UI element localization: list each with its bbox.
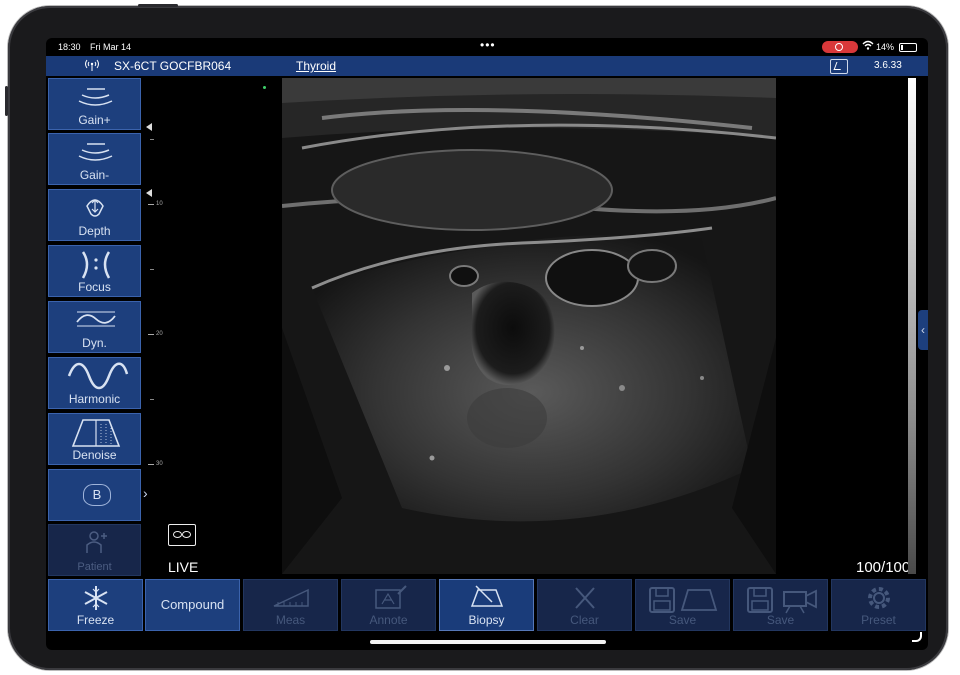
chevron-right-icon[interactable]: › xyxy=(143,485,148,501)
dynamic-range-icon xyxy=(49,306,140,332)
top-button xyxy=(138,4,178,7)
b-mode-button[interactable]: B xyxy=(48,469,141,521)
focus-icon xyxy=(49,250,140,279)
denoise-label: Denoise xyxy=(72,448,117,462)
depth-label: Depth xyxy=(78,224,111,238)
ruler-tick xyxy=(148,204,154,205)
depth-label-20: 20 xyxy=(156,331,163,337)
harmonic-label: Harmonic xyxy=(68,392,121,406)
patient-label: Patient xyxy=(77,561,112,573)
wireless-probe-icon xyxy=(84,58,100,75)
gain-up-icon xyxy=(49,83,140,109)
dynamic-range-label: Dyn. xyxy=(82,336,107,350)
resize-corner-icon xyxy=(912,632,922,642)
home-indicator[interactable] xyxy=(370,640,606,644)
patient-button[interactable]: Patient xyxy=(48,524,141,576)
save-video-button[interactable]: Save xyxy=(733,579,828,631)
depth-button[interactable]: Depth xyxy=(48,189,141,241)
frame-counter: 100/100 xyxy=(856,559,911,576)
biopsy-label: Biopsy xyxy=(468,613,505,627)
save-image-icon xyxy=(636,584,729,613)
save-image-button[interactable]: Save xyxy=(635,579,730,631)
save-image-label: Save xyxy=(668,613,697,627)
gain-down-button[interactable]: Gain- xyxy=(48,133,141,185)
record-icon xyxy=(835,43,843,51)
denoise-button[interactable]: Denoise xyxy=(48,413,141,465)
clear-x-icon xyxy=(538,584,631,610)
patient-icon xyxy=(49,529,140,555)
focus-marker[interactable] xyxy=(146,123,152,131)
gain-up-button[interactable]: Gain+ xyxy=(48,78,141,130)
harmonic-button[interactable]: Harmonic xyxy=(48,357,141,409)
multitask-dots[interactable]: ••• xyxy=(480,38,496,52)
live-mode-icon[interactable] xyxy=(168,524,196,546)
gain-down-label: Gain- xyxy=(79,168,110,182)
depth-icon xyxy=(49,194,140,220)
ultrasound-image[interactable] xyxy=(282,78,776,574)
b-mode-icon: B xyxy=(83,484,111,506)
annotate-label: Annote xyxy=(369,613,408,627)
denoise-icon xyxy=(49,418,140,447)
annotate-icon xyxy=(342,584,435,610)
preset-label: Preset xyxy=(861,613,896,627)
clear-button[interactable]: Clear xyxy=(537,579,632,631)
compound-label: Compound xyxy=(160,597,225,612)
dynamic-range-button[interactable]: Dyn. xyxy=(48,301,141,353)
focus-label: Focus xyxy=(78,280,111,294)
screen-record-indicator[interactable] xyxy=(822,41,858,53)
gear-icon xyxy=(832,584,925,610)
probe-orientation-marker xyxy=(263,86,266,89)
tablet-frame: 18:30 Fri Mar 14 ••• 14% SX-6CT GOCFBR06… xyxy=(5,4,948,670)
ruler-tick xyxy=(150,399,154,400)
ruler-tick xyxy=(148,464,154,465)
harmonic-wave-icon xyxy=(49,362,140,390)
compound-button[interactable]: Compound xyxy=(145,579,240,631)
clock: 18:30 xyxy=(58,42,81,52)
ruler-tick xyxy=(148,334,154,335)
app-version: 3.6.33 xyxy=(874,60,902,71)
focus-marker[interactable] xyxy=(146,189,152,197)
focus-button[interactable]: Focus xyxy=(48,245,141,297)
probe-device-id: SX-6CT GOCFBR064 xyxy=(114,59,232,73)
battery-percentage: 14% xyxy=(876,42,895,52)
grayscale-bar xyxy=(908,78,916,574)
gain-up-label: Gain+ xyxy=(78,113,111,127)
chevron-left-icon[interactable]: ‹ xyxy=(918,310,928,350)
display-settings-icon[interactable] xyxy=(830,59,848,74)
biopsy-icon xyxy=(440,584,533,610)
preset-button[interactable]: Preset xyxy=(831,579,926,631)
biopsy-button[interactable]: Biopsy xyxy=(439,579,534,631)
snowflake-icon xyxy=(49,584,142,610)
ruler-tick xyxy=(150,139,154,140)
depth-label-10: 10 xyxy=(156,201,163,207)
live-label: LIVE xyxy=(168,559,199,575)
ruler-tick xyxy=(150,269,154,270)
app-header: SX-6CT GOCFBR064 Thyroid 3.6.33 xyxy=(46,56,928,76)
clear-label: Clear xyxy=(570,613,599,627)
freeze-label: Freeze xyxy=(76,613,115,627)
date: Fri Mar 14 xyxy=(90,42,132,52)
depth-label-30: 30 xyxy=(156,461,163,467)
annotate-button[interactable]: Annote xyxy=(341,579,436,631)
status-bar: 18:30 Fri Mar 14 ••• 14% xyxy=(46,38,928,56)
measure-button[interactable]: Meas xyxy=(243,579,338,631)
gain-down-icon xyxy=(49,138,140,164)
volume-button xyxy=(5,86,8,116)
save-video-icon xyxy=(734,584,827,614)
ruler-icon xyxy=(244,584,337,610)
save-video-label: Save xyxy=(766,613,795,627)
app-screen: 18:30 Fri Mar 14 ••• 14% SX-6CT GOCFBR06… xyxy=(46,38,928,650)
battery-icon xyxy=(899,43,917,52)
wifi-icon xyxy=(862,40,874,53)
exam-preset-link[interactable]: Thyroid xyxy=(296,59,336,73)
freeze-button[interactable]: Freeze xyxy=(48,579,143,631)
measure-label: Meas xyxy=(275,613,306,627)
